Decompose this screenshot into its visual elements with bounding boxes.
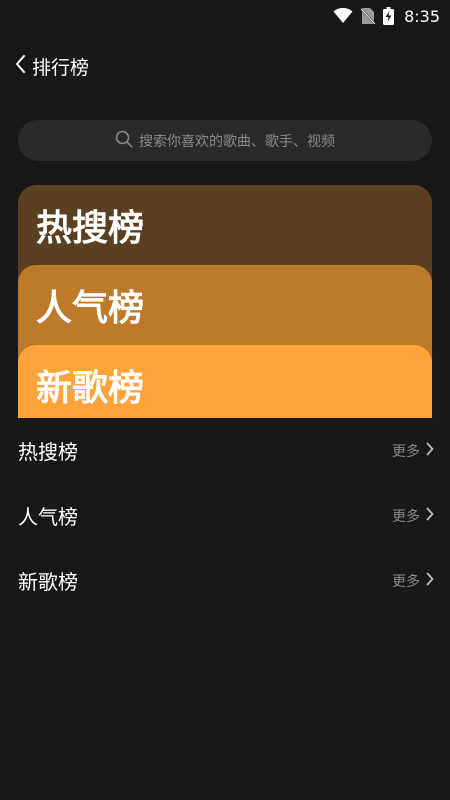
search-bar[interactable]: 搜索你喜欢的歌曲、歌手、视频 (18, 120, 432, 161)
more-label: 更多 (392, 573, 420, 590)
search-placeholder: 搜索你喜欢的歌曲、歌手、视频 (139, 133, 335, 150)
chevron-right-icon (426, 442, 434, 460)
list-item-hot-search: 热搜榜 更多 (0, 418, 450, 483)
chart-cards: 热搜榜 人气榜 新歌榜 (18, 185, 432, 418)
chevron-right-icon (426, 572, 434, 590)
app-root: 8:35 排行榜 搜索你喜欢的歌曲、歌手、视频 热搜榜 人气榜 新歌榜 热搜榜 … (0, 0, 450, 800)
list-item-label: 热搜榜 (18, 440, 78, 464)
list-item-popular: 人气榜 更多 (0, 483, 450, 548)
card-label: 新歌榜 (36, 368, 145, 409)
card-label: 人气榜 (36, 288, 145, 329)
more-button[interactable]: 更多 (392, 441, 434, 461)
chevron-right-icon (426, 507, 434, 525)
search-icon (115, 130, 133, 152)
battery-charging-icon (383, 7, 395, 25)
more-label: 更多 (392, 443, 420, 460)
more-button[interactable]: 更多 (392, 506, 434, 526)
header: 排行榜 (0, 46, 450, 86)
more-label: 更多 (392, 508, 420, 525)
card-new-songs[interactable]: 新歌榜 (18, 345, 432, 418)
status-bar: 8:35 (0, 0, 450, 32)
list-item-new-songs: 新歌榜 更多 (0, 548, 450, 613)
wifi-icon (333, 8, 353, 24)
no-sim-icon (361, 7, 376, 25)
list-item-label: 人气榜 (18, 505, 78, 529)
more-button[interactable]: 更多 (392, 571, 434, 591)
back-button[interactable]: 排行榜 (14, 53, 89, 80)
list-item-label: 新歌榜 (18, 570, 78, 594)
card-label: 热搜榜 (36, 208, 145, 249)
page-title: 排行榜 (32, 56, 90, 79)
chart-list: 热搜榜 更多 人气榜 更多 新歌榜 更多 (0, 418, 450, 613)
chevron-left-icon (14, 54, 26, 78)
status-time: 8:35 (404, 6, 440, 26)
